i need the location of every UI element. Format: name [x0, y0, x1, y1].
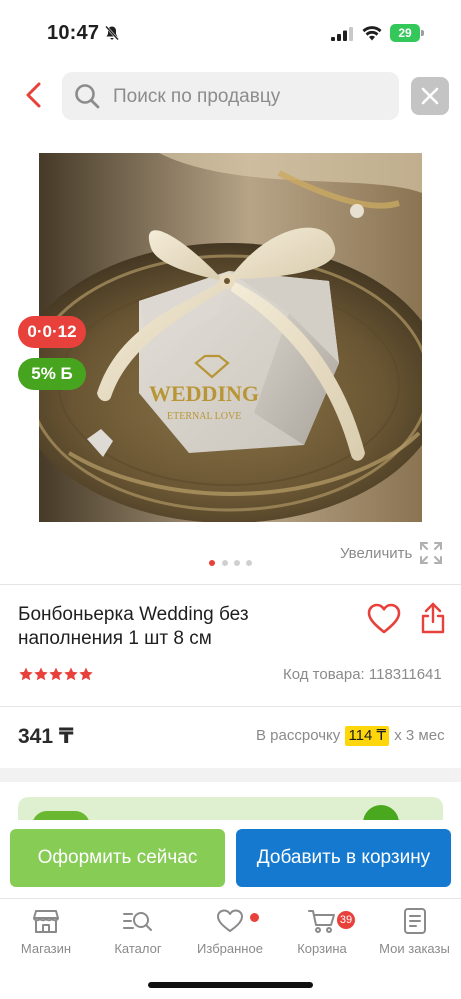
add-to-cart-button[interactable]: Добавить в корзину [236, 829, 451, 887]
installment-info[interactable]: В рассрочку 114 ₸ x 3 мес [256, 726, 445, 746]
wifi-icon [362, 26, 382, 41]
zoom-label[interactable]: Увеличить [340, 543, 412, 565]
gallery-dot[interactable] [246, 560, 252, 566]
product-page: 10:47 29 Поиск по продавцу WEDDING ETERN… [0, 0, 461, 999]
orders-icon [403, 908, 426, 934]
bonus-badge: 5% Б [18, 358, 86, 390]
favorites-indicator-dot [250, 913, 259, 922]
battery-indicator: 29 [390, 24, 424, 42]
cart-icon [308, 910, 335, 933]
product-image[interactable]: WEDDING ETERNAL LOVE [39, 153, 422, 522]
buy-now-button[interactable]: Оформить сейчас [10, 829, 225, 887]
installment-prefix: В рассрочку [256, 727, 341, 744]
expand-icon[interactable] [419, 541, 443, 565]
installment-amount: 114 ₸ [345, 726, 390, 746]
heart-icon [217, 909, 243, 932]
box-subtext: ETERNAL LOVE [167, 411, 241, 422]
home-indicator [148, 982, 313, 988]
gallery-pagination [209, 560, 255, 566]
back-chevron-icon[interactable] [20, 80, 50, 110]
tab-catalog[interactable]: Каталог [92, 907, 184, 963]
seller-search-input[interactable]: Поиск по продавцу [62, 72, 399, 120]
tab-label: Мои заказы [379, 941, 450, 956]
tab-label: Магазин [20, 941, 72, 956]
catalog-search-icon [123, 912, 152, 931]
favorite-heart-icon[interactable] [367, 603, 401, 635]
product-sku: Код товара: 118311641 [283, 666, 442, 683]
tab-label: Избранное [197, 941, 263, 956]
close-button[interactable] [411, 77, 449, 115]
tab-cart[interactable]: 39 Корзина [276, 907, 368, 963]
battery-level: 29 [390, 24, 420, 42]
rating-stars [19, 667, 93, 681]
search-placeholder: Поиск по продавцу [113, 86, 281, 107]
box-brand-text: WEDDING [149, 381, 259, 406]
close-icon [421, 87, 439, 105]
status-bar: 10:47 29 [0, 0, 461, 66]
divider [0, 706, 461, 707]
installment-badge: 0·0·12 [18, 316, 86, 348]
gallery-dot[interactable] [222, 560, 228, 566]
product-title: Бонбоньерка Wedding без наполнения 1 шт … [18, 604, 249, 649]
installment-suffix: x 3 мес [394, 727, 445, 744]
product-photo-illustration: WEDDING ETERNAL LOVE [39, 153, 422, 522]
tab-label: Корзина [297, 941, 347, 956]
share-icon[interactable] [420, 602, 446, 634]
tab-my-orders[interactable]: Мои заказы [368, 907, 461, 963]
action-bar: Оформить сейчас Добавить в корзину [0, 820, 461, 898]
cart-count-badge: 39 [337, 911, 355, 929]
tab-favorites[interactable]: Избранное [184, 907, 276, 963]
search-icon [75, 84, 100, 109]
gallery-dot[interactable] [209, 560, 215, 566]
section-gap [0, 768, 461, 782]
cellular-signal-icon [331, 27, 353, 41]
silent-bell-icon [105, 25, 119, 41]
shop-icon [33, 910, 59, 933]
product-price: 341 ₸ [18, 725, 74, 748]
status-time: 10:47 [47, 22, 100, 44]
gallery-dot[interactable] [234, 560, 240, 566]
tab-label: Каталог [114, 941, 162, 956]
tab-shop[interactable]: Магазин [0, 907, 92, 963]
divider [0, 584, 461, 585]
